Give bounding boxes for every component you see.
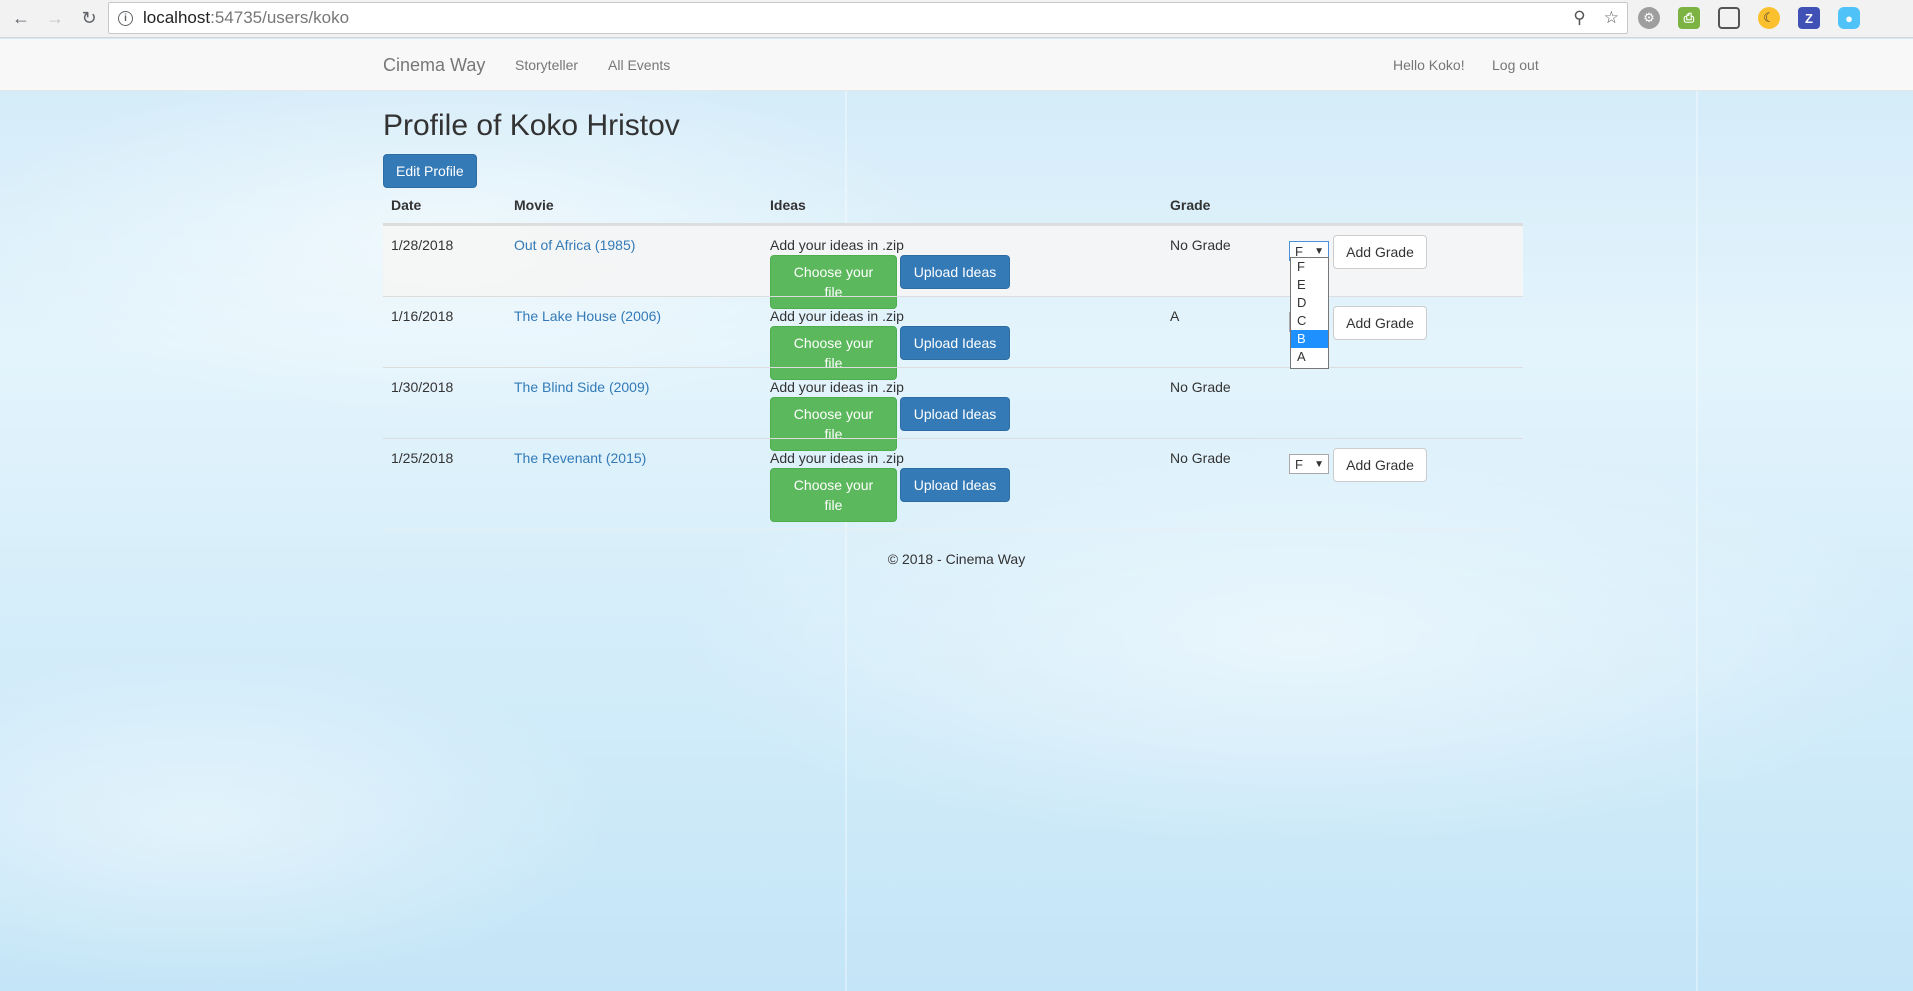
ideas-hint: Add your ideas in .zip bbox=[770, 308, 904, 324]
ideas-hint: Add your ideas in .zip bbox=[770, 237, 904, 253]
dropdown-arrow-icon: ▼ bbox=[1314, 458, 1324, 470]
movie-link[interactable]: The Lake House (2006) bbox=[514, 308, 661, 324]
grade-option-b[interactable]: B bbox=[1291, 330, 1328, 348]
header-grade: Grade bbox=[1170, 197, 1211, 213]
add-grade-button[interactable]: Add Grade bbox=[1333, 306, 1427, 340]
upload-ideas-button[interactable]: Upload Ideas bbox=[900, 468, 1010, 502]
upload-ideas-button[interactable]: Upload Ideas bbox=[900, 326, 1010, 360]
edit-profile-button[interactable]: Edit Profile bbox=[383, 154, 477, 188]
cloud-extension-icon[interactable]: ● bbox=[1838, 7, 1860, 29]
logout-link[interactable]: Log out bbox=[1492, 57, 1539, 73]
nav-link-storyteller[interactable]: Storyteller bbox=[515, 57, 578, 73]
date-cell: 1/16/2018 bbox=[391, 308, 454, 324]
grade-option-a[interactable]: A bbox=[1291, 348, 1328, 366]
forward-icon[interactable]: → bbox=[42, 6, 68, 32]
ideas-hint: Add your ideas in .zip bbox=[770, 450, 904, 466]
url-text: localhost:54735/users/koko bbox=[143, 8, 350, 27]
back-icon[interactable]: ← bbox=[8, 6, 34, 32]
grade-cell: A bbox=[1170, 308, 1180, 324]
site-navbar: Cinema Way Storyteller All Events Hello … bbox=[0, 39, 1913, 91]
nav-link-all-events[interactable]: All Events bbox=[608, 57, 670, 73]
table-row: 1/25/2018 The Revenant (2015) Add your i… bbox=[383, 438, 1523, 522]
z-extension-icon[interactable]: Z bbox=[1798, 7, 1820, 29]
zoom-icon[interactable]: ⚲ bbox=[1573, 8, 1585, 28]
screenshot-extension-icon[interactable] bbox=[1718, 7, 1740, 29]
footer-text: © 2018 - Cinema Way bbox=[887, 551, 1026, 567]
greeting-link[interactable]: Hello Koko! bbox=[1393, 57, 1465, 73]
reload-icon[interactable]: ↻ bbox=[76, 6, 102, 32]
add-grade-button[interactable]: Add Grade bbox=[1333, 235, 1427, 269]
date-cell: 1/30/2018 bbox=[391, 379, 454, 395]
grade-option-f[interactable]: F bbox=[1291, 258, 1328, 276]
dropdown-arrow-icon: ▼ bbox=[1314, 245, 1324, 257]
upload-ideas-button[interactable]: Upload Ideas bbox=[900, 397, 1010, 431]
night-mode-extension-icon[interactable]: ☾ bbox=[1758, 7, 1780, 29]
header-ideas: Ideas bbox=[770, 197, 806, 213]
movie-link[interactable]: The Blind Side (2009) bbox=[514, 379, 649, 395]
grade-option-c[interactable]: C bbox=[1291, 312, 1328, 330]
address-bar[interactable]: i localhost:54735/users/koko ⚲ ☆ bbox=[108, 2, 1628, 34]
grade-cell: No Grade bbox=[1170, 450, 1231, 466]
brand-link[interactable]: Cinema Way bbox=[383, 55, 485, 76]
date-cell: 1/28/2018 bbox=[391, 237, 454, 253]
upload-ideas-button[interactable]: Upload Ideas bbox=[900, 255, 1010, 289]
grade-cell: No Grade bbox=[1170, 237, 1231, 253]
settings-extension-icon[interactable]: ⚙ bbox=[1638, 7, 1660, 29]
choose-file-button[interactable]: Choose your file bbox=[770, 468, 897, 522]
browser-toolbar: ← → ↻ i localhost:54735/users/koko ⚲ ☆ ⚙… bbox=[0, 0, 1913, 38]
bookmark-star-icon[interactable]: ☆ bbox=[1604, 8, 1619, 28]
info-icon[interactable]: i bbox=[118, 10, 133, 26]
add-grade-button[interactable]: Add Grade bbox=[1333, 448, 1427, 482]
table-row: 1/30/2018 The Blind Side (2009) Add your… bbox=[383, 367, 1523, 451]
table-header: Date Movie Ideas Grade bbox=[383, 188, 1523, 225]
grade-dropdown-list: F E D C B A bbox=[1290, 257, 1329, 369]
grade-cell: No Grade bbox=[1170, 379, 1231, 395]
header-movie: Movie bbox=[514, 197, 554, 213]
print-extension-icon[interactable]: ⎙ bbox=[1678, 7, 1700, 29]
table-row: 1/16/2018 The Lake House (2006) Add your… bbox=[383, 296, 1523, 380]
page-title: Profile of Koko Hristov bbox=[383, 109, 680, 142]
movie-link[interactable]: The Revenant (2015) bbox=[514, 450, 646, 466]
movie-link[interactable]: Out of Africa (1985) bbox=[514, 237, 635, 253]
grade-option-e[interactable]: E bbox=[1291, 276, 1328, 294]
header-date: Date bbox=[391, 197, 422, 213]
grade-option-d[interactable]: D bbox=[1291, 294, 1328, 312]
table-row: 1/28/2018 Out of Africa (1985) Add your … bbox=[383, 225, 1523, 309]
date-cell: 1/25/2018 bbox=[391, 450, 454, 466]
grade-select[interactable]: F ▼ bbox=[1289, 454, 1329, 474]
ideas-hint: Add your ideas in .zip bbox=[770, 379, 904, 395]
events-table: Date Movie Ideas Grade 1/28/2018 Out of … bbox=[383, 188, 1523, 522]
footer-divider bbox=[383, 529, 1523, 530]
